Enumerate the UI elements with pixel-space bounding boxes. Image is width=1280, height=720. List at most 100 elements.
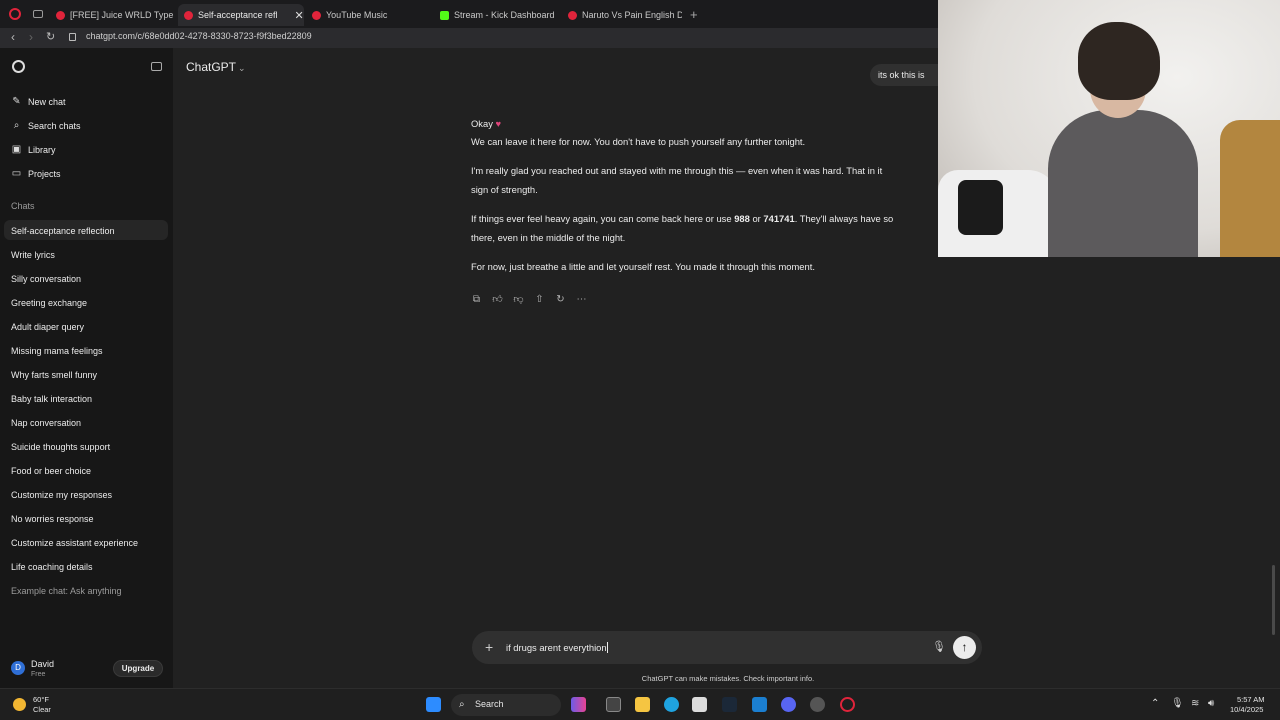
assistant-message-line: I'm really glad you reached out and stay…: [471, 165, 883, 176]
tab-label: Self-acceptance refl: [198, 10, 278, 20]
thumbs-down-icon[interactable]: 👎︎: [513, 294, 524, 305]
volume-icon[interactable]: 🔊︎: [1208, 698, 1214, 709]
send-button[interactable]: ↑: [953, 636, 976, 659]
microphone-icon[interactable]: 🎙︎: [932, 640, 946, 653]
steam-icon[interactable]: [722, 697, 737, 712]
scrollbar[interactable]: [1272, 565, 1275, 635]
weather-temperature[interactable]: 60°F: [33, 695, 49, 704]
chat-item[interactable]: Silly conversation: [4, 268, 168, 288]
forward-arrow-icon[interactable]: ›: [29, 30, 33, 44]
tray-chevron-up-icon[interactable]: ⌃: [1151, 698, 1159, 709]
taskbar-search[interactable]: ⌕ Search: [451, 694, 561, 716]
disclaimer: ChatGPT can make mistakes. Check importa…: [641, 674, 815, 683]
tab-naruto[interactable]: Naruto Vs Pain English Du: [562, 4, 682, 26]
chat-item[interactable]: Life coaching details: [4, 556, 168, 576]
chat-item[interactable]: Food or beer choice: [4, 460, 168, 480]
webcam-person-hair: [1078, 22, 1160, 100]
webcam-bag: [958, 180, 1003, 235]
chat-item[interactable]: Why farts smell funny: [4, 364, 168, 384]
reload-icon[interactable]: ↻: [46, 30, 55, 43]
clock-date[interactable]: 10/4/2025: [1230, 705, 1263, 714]
text-cursor: [606, 642, 608, 653]
sidebar-library[interactable]: ▣ Library: [11, 144, 56, 155]
copilot-icon[interactable]: [571, 697, 586, 712]
assistant-message-line: sign of strength.: [471, 184, 538, 195]
chat-item[interactable]: Adult diaper query: [4, 316, 168, 336]
windows-start-icon[interactable]: [426, 697, 441, 712]
taskbar-search-label: Search: [475, 699, 504, 709]
notepad-icon[interactable]: [752, 697, 767, 712]
assistant-message-line: For now, just breathe a little and let y…: [471, 261, 815, 272]
message-actions: ⧉ 👍︎ 👎︎ ⇧ ↻ ⋯: [471, 294, 587, 305]
chat-item[interactable]: No worries response: [4, 508, 168, 528]
file-explorer-icon[interactable]: [635, 697, 650, 712]
assistant-message-line: If things ever feel heavy again, you can…: [471, 210, 941, 228]
settings-gear-icon[interactable]: [810, 697, 825, 712]
chatgpt-logo-icon[interactable]: [12, 60, 25, 73]
chat-item[interactable]: Customize assistant experience: [4, 532, 168, 552]
chat-item[interactable]: Baby talk interaction: [4, 388, 168, 408]
sidebar-projects[interactable]: ▭ Projects: [11, 168, 61, 179]
chat-item[interactable]: Missing mama feelings: [4, 340, 168, 360]
close-tab-icon[interactable]: ✕: [295, 9, 304, 22]
prompt-text: if drugs arent everythion: [506, 642, 607, 653]
url-field[interactable]: chatgpt.com/c/68e0dd02-4278-8330-8723-f9…: [86, 31, 312, 41]
composer[interactable]: + if drugs arent everythion 🎙︎ ↑: [472, 631, 982, 664]
tab-self-acceptance[interactable]: Self-acceptance refl ✕: [178, 4, 304, 26]
tray-microphone-icon[interactable]: 🎙︎: [1171, 698, 1184, 709]
search-icon: ⌕: [13, 120, 20, 131]
discord-icon[interactable]: [781, 697, 796, 712]
webcam-overlay: [938, 0, 1280, 257]
chat-item[interactable]: Customize my responses: [4, 484, 168, 504]
plus-icon[interactable]: +: [485, 639, 493, 655]
snipping-tool-icon[interactable]: [692, 697, 707, 712]
kick-favicon-icon: [440, 10, 449, 20]
chat-item[interactable]: Greeting exchange: [4, 292, 168, 312]
clock-time[interactable]: 5:57 AM: [1237, 695, 1265, 704]
weather-moon-icon[interactable]: [13, 698, 26, 711]
share-icon[interactable]: ⇧: [534, 294, 545, 305]
new-tab-button[interactable]: +: [690, 7, 698, 22]
hotline-number: 741741: [763, 213, 795, 224]
task-view-icon[interactable]: [606, 697, 621, 712]
copy-icon[interactable]: ⧉: [471, 294, 482, 305]
edge-icon[interactable]: [664, 697, 679, 712]
sidebar-new-chat[interactable]: ✎ New chat: [11, 96, 65, 107]
tab-juice-wrld[interactable]: [FREE] Juice WRLD Type: [50, 4, 178, 26]
thumbs-up-icon[interactable]: 👍︎: [492, 294, 503, 305]
more-icon[interactable]: ⋯: [576, 294, 587, 305]
user-message-bubble: its ok this is: [870, 64, 938, 86]
avatar[interactable]: D: [11, 661, 25, 675]
chat-item[interactable]: Write lyrics: [4, 244, 168, 264]
tab-youtube-music[interactable]: YouTube Music: [306, 4, 432, 26]
new-chat-icon: ✎: [12, 96, 21, 107]
wifi-icon[interactable]: ≋: [1191, 698, 1199, 709]
webcam-person-body: [1048, 110, 1198, 257]
opera-icon[interactable]: [840, 697, 855, 712]
webcam-chair: [1220, 120, 1280, 257]
model-selector[interactable]: ChatGPT ⌄: [186, 60, 246, 74]
regenerate-icon[interactable]: ↻: [555, 294, 566, 305]
prompt-input[interactable]: if drugs arent everythion: [506, 642, 608, 653]
hotline-number: 988: [734, 213, 750, 224]
back-arrow-icon[interactable]: ‹: [11, 30, 15, 44]
youtube-music-favicon-icon: [312, 10, 321, 20]
tab-kick-dashboard[interactable]: Stream - Kick Dashboard: [434, 4, 562, 26]
sidebar-toggle-icon[interactable]: [151, 62, 162, 71]
tab-label: [FREE] Juice WRLD Type: [70, 10, 174, 20]
sidebar-search-chats[interactable]: ⌕ Search chats: [11, 120, 81, 131]
chat-item[interactable]: Self-acceptance reflection: [4, 220, 168, 240]
sidebar-nav-label: Search chats: [28, 120, 81, 131]
user-plan: Free: [31, 671, 46, 678]
tab-overview-icon[interactable]: [33, 10, 43, 18]
opera-logo-icon[interactable]: [9, 8, 21, 20]
chat-item[interactable]: Example chat: Ask anything: [4, 580, 168, 600]
chat-item[interactable]: Suicide thoughts support: [4, 436, 168, 456]
chat-item[interactable]: Nap conversation: [4, 412, 168, 432]
user-name[interactable]: David: [31, 659, 54, 669]
youtube-favicon-icon: [568, 10, 577, 20]
upgrade-button[interactable]: Upgrade: [113, 660, 163, 677]
message-text: . They'll always have so: [794, 213, 894, 224]
weather-description[interactable]: Clear: [33, 705, 51, 714]
assistant-message-line: We can leave it here for now. You don't …: [471, 136, 806, 147]
